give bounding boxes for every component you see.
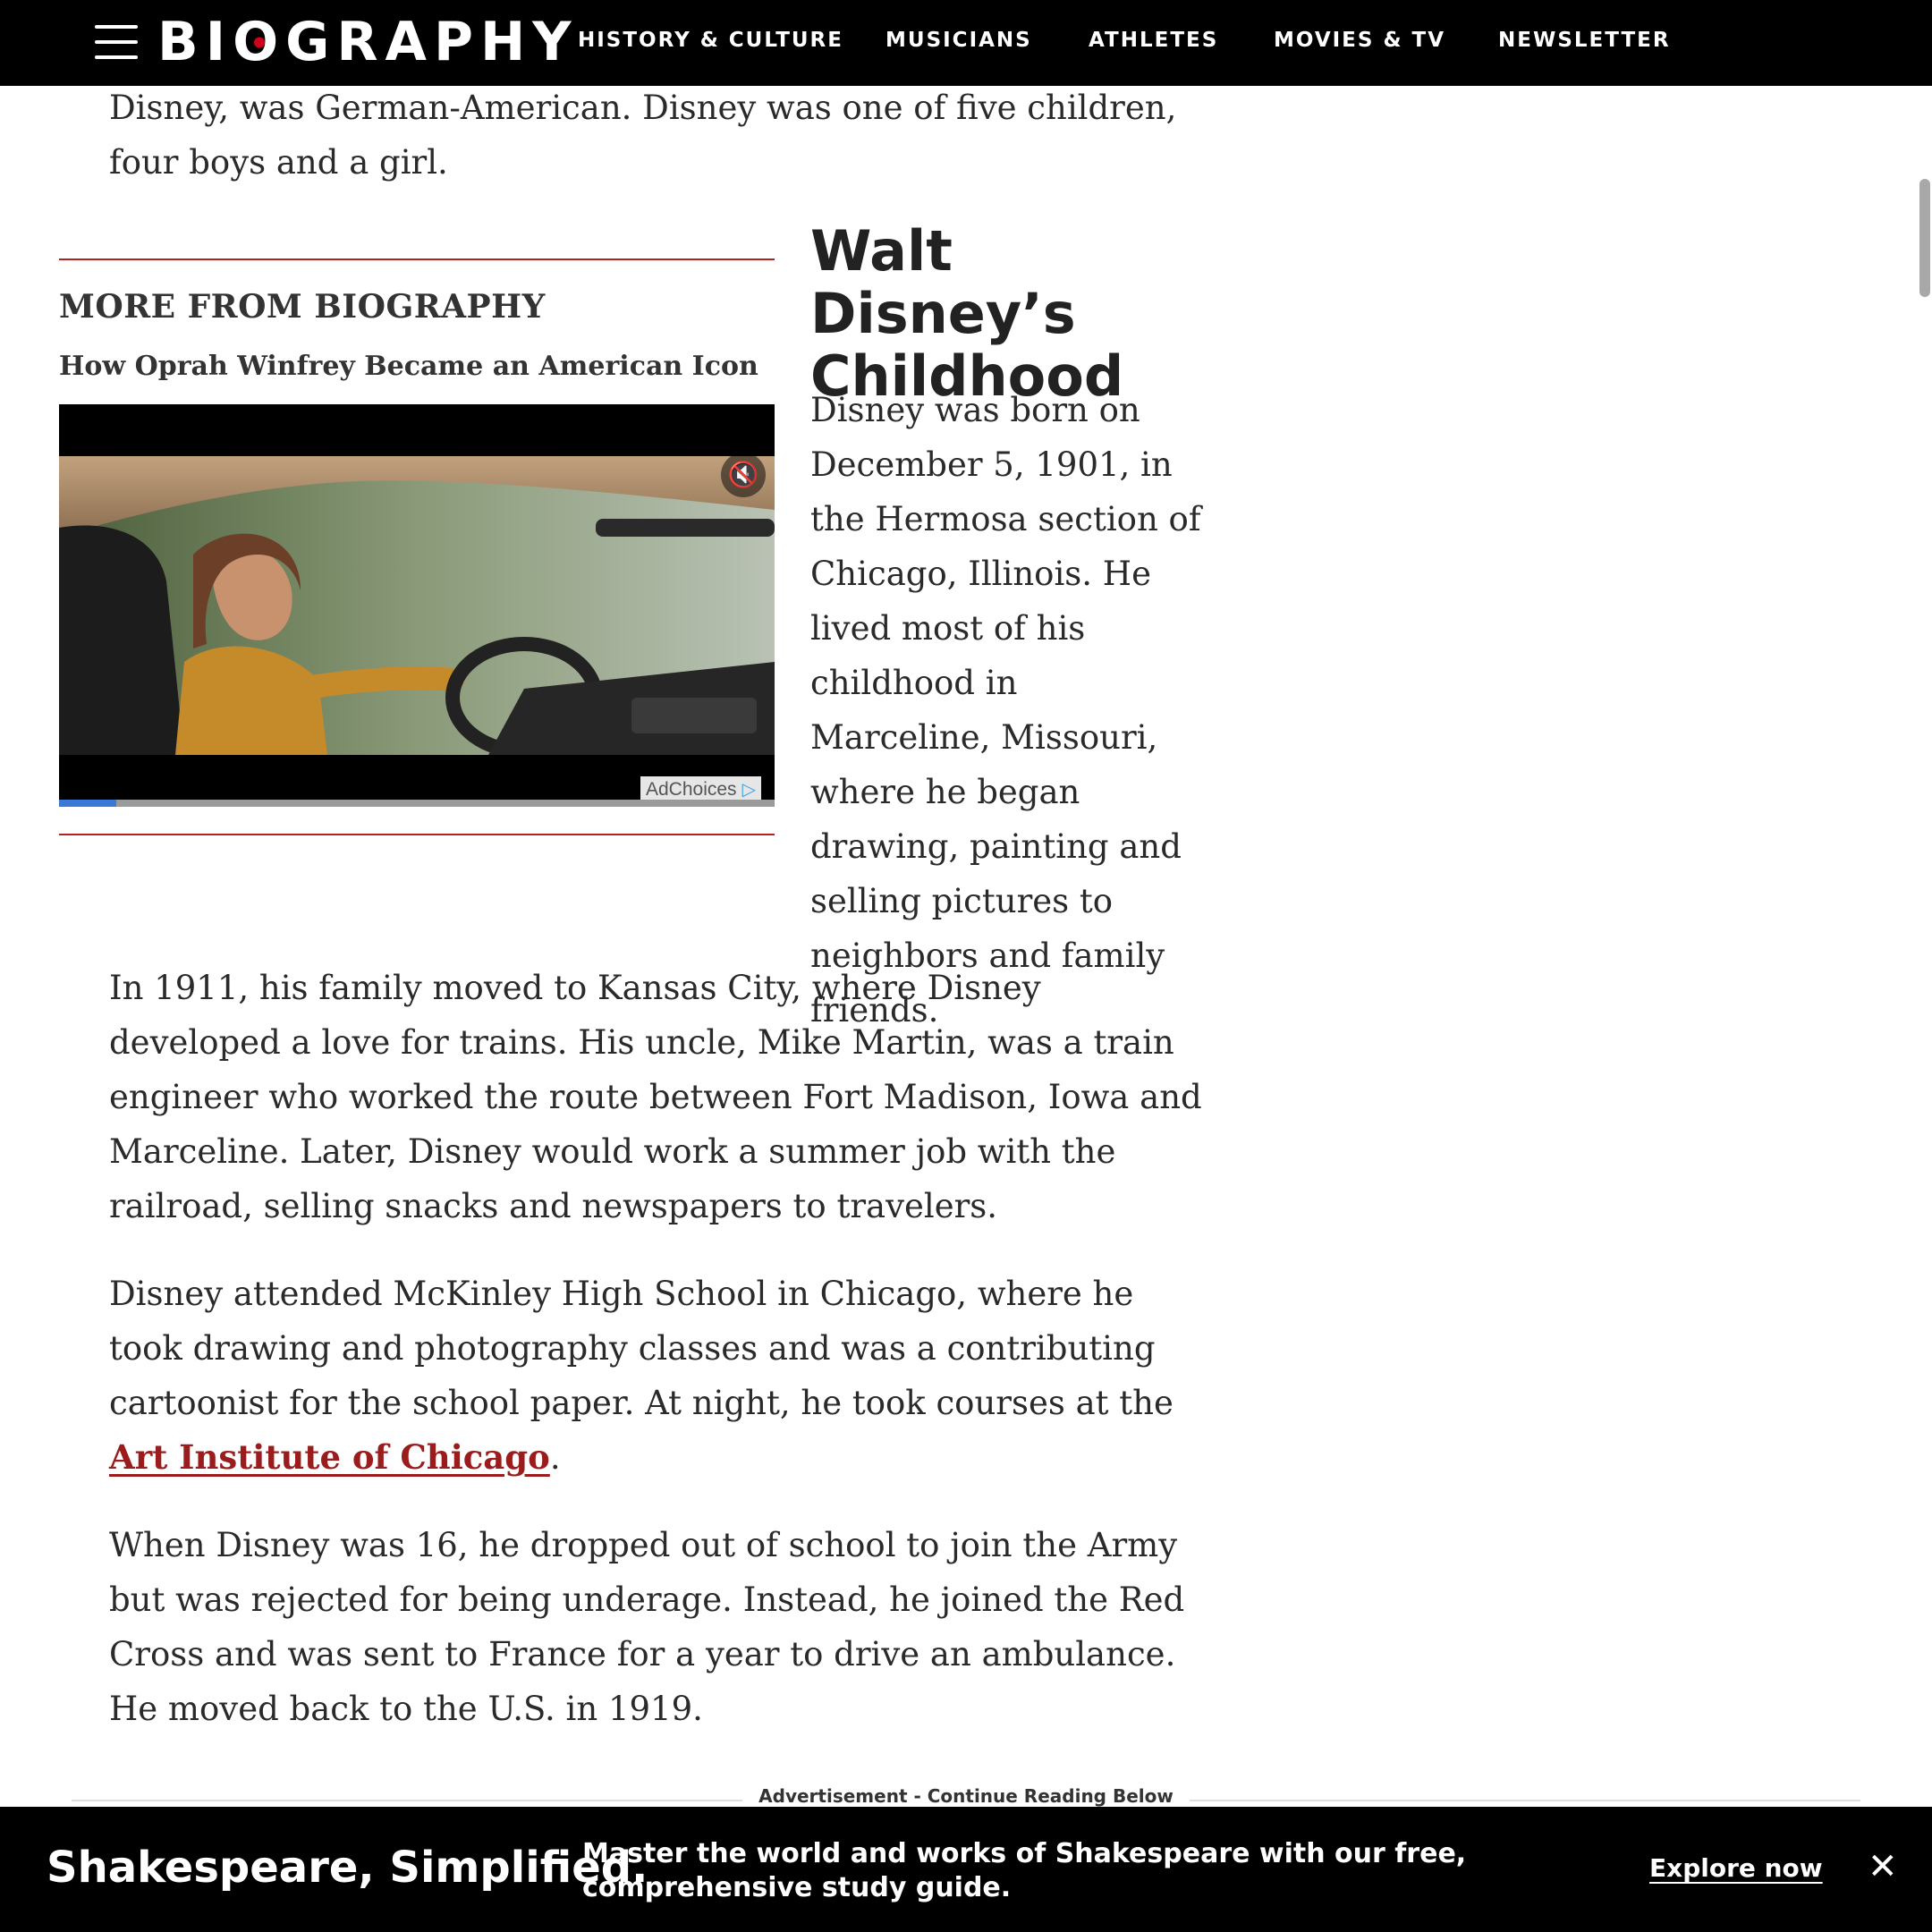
birth-paragraph: Disney was born on December 5, 1901, in … xyxy=(810,391,1201,1030)
nav-movies-tv[interactable]: MOVIES & TV xyxy=(1274,29,1445,52)
module-divider-top xyxy=(59,258,775,260)
page-scrollbar[interactable] xyxy=(1919,179,1930,297)
module-divider-bottom xyxy=(59,834,775,835)
high-school-text-end: . xyxy=(549,1438,561,1477)
explore-now-link[interactable]: Explore now xyxy=(1649,1853,1823,1883)
ad-label-text: Advertisement - Continue Reading Below xyxy=(742,1785,1190,1807)
army-paragraph: When Disney was 16, he dropped out of sc… xyxy=(109,1526,1185,1728)
banner-title: Shakespeare, Simplified. xyxy=(47,1843,648,1893)
video-player[interactable]: 🔇 AdChoices ▷ xyxy=(59,404,775,807)
video-progress-fill xyxy=(59,800,116,807)
nav-athletes[interactable]: ATHLETES xyxy=(1089,29,1218,52)
art-institute-link[interactable]: Art Institute of Chicago xyxy=(109,1437,550,1477)
high-school-paragraph: Disney attended McKinley High School in … xyxy=(109,1267,1209,1485)
nav-newsletter[interactable]: NEWSLETTER xyxy=(1498,29,1671,52)
intro-paragraph: Disney, was German-American. Disney was … xyxy=(109,89,1177,182)
high-school-text: Disney attended McKinley High School in … xyxy=(109,1275,1174,1422)
video-frame xyxy=(59,456,775,755)
kansas-city-paragraph: In 1911, his family moved to Kansas City… xyxy=(109,969,1202,1225)
site-logo[interactable]: BI O GRAPHY xyxy=(157,11,579,73)
ad-label: Advertisement - Continue Reading Below xyxy=(0,1785,1932,1807)
nav-musicians[interactable]: MUSICIANS xyxy=(886,29,1032,52)
site-header: BI O GRAPHY HISTORY & CULTURE MUSICIANS AT… xyxy=(0,0,1932,86)
promo-banner: Shakespeare, Simplified. Master the worl… xyxy=(0,1807,1932,1932)
adchoices-label: AdChoices xyxy=(646,779,737,800)
video-progress-bar[interactable] xyxy=(59,800,775,807)
menu-icon[interactable] xyxy=(95,20,138,64)
muted-speaker-icon[interactable]: 🔇 xyxy=(721,453,766,497)
close-icon[interactable]: ✕ xyxy=(1868,1846,1898,1887)
section-heading: Walt Disney’s Childhood xyxy=(810,218,1124,409)
nav-history-culture[interactable]: HISTORY & CULTURE xyxy=(578,29,843,52)
more-from-label: MORE FROM BIOGRAPHY xyxy=(59,288,546,326)
video-title[interactable]: How Oprah Winfrey Became an American Ico… xyxy=(59,351,758,382)
banner-description: Master the world and works of Shakespear… xyxy=(582,1838,1467,1903)
